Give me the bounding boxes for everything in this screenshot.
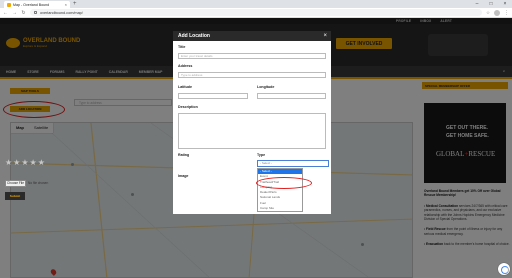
minimize-button[interactable]: – bbox=[470, 0, 484, 8]
add-location-modal: Add Location × Title Enter your travel d… bbox=[173, 31, 331, 214]
profile-avatar[interactable] bbox=[494, 9, 500, 16]
site-favicon-icon bbox=[7, 2, 11, 7]
browser-tab-strip: Map - Overland Bound × + – □ × bbox=[0, 0, 512, 8]
browser-menu-icon[interactable]: ⋮ bbox=[504, 10, 509, 16]
forward-arrow-icon[interactable]: → bbox=[12, 10, 17, 16]
browser-toolbar: ← → ↻ overlandbound.com/map/ ☆ ⋮ bbox=[0, 8, 512, 18]
title-input[interactable]: Enter your travel details bbox=[178, 53, 326, 59]
address-label: Address bbox=[178, 64, 193, 68]
no-file-text: No file chosen bbox=[28, 181, 49, 186]
modal-close-icon[interactable]: × bbox=[323, 32, 327, 40]
new-tab-button[interactable]: + bbox=[73, 1, 77, 7]
highlight-oval-trailhead bbox=[256, 177, 312, 189]
maximize-button[interactable]: □ bbox=[484, 0, 498, 8]
type-select[interactable]: - Select - bbox=[257, 160, 329, 167]
lock-icon bbox=[34, 11, 37, 14]
url-text: overlandbound.com/map/ bbox=[40, 10, 83, 15]
choose-file-button[interactable]: Choose File bbox=[5, 180, 27, 187]
tab-close-icon[interactable]: × bbox=[65, 2, 67, 7]
title-label: Title bbox=[178, 45, 186, 49]
reload-icon[interactable]: ↻ bbox=[21, 10, 26, 16]
description-textarea[interactable] bbox=[178, 113, 326, 149]
file-input[interactable]: Choose File No file chosen bbox=[5, 180, 48, 187]
rating-label: Rating bbox=[178, 153, 190, 157]
address-bar[interactable]: overlandbound.com/map/ bbox=[30, 9, 482, 16]
browser-tab[interactable]: Map - Overland Bound × bbox=[4, 1, 70, 8]
type-option[interactable]: Camp Site bbox=[258, 206, 302, 211]
tab-title: Map - Overland Bound bbox=[13, 2, 50, 7]
type-dropdown-list: - Select - Event Trailhead/Trail Camping… bbox=[257, 168, 303, 212]
window-close-button[interactable]: × bbox=[498, 0, 512, 8]
recaptcha-badge-icon[interactable] bbox=[498, 263, 510, 275]
submit-button[interactable]: Submit bbox=[5, 192, 25, 200]
address-input[interactable]: Type to address bbox=[178, 72, 326, 78]
latitude-label: Latitude bbox=[178, 85, 192, 89]
longitude-input[interactable] bbox=[257, 93, 326, 99]
longitude-label: Longitude bbox=[257, 85, 275, 89]
image-label: Image bbox=[178, 174, 189, 178]
star-2-icon[interactable]: ★ bbox=[13, 159, 20, 167]
latitude-input[interactable] bbox=[178, 93, 248, 99]
rating-stars: ★ ★ ★ ★ ★ bbox=[5, 159, 45, 167]
star-3-icon[interactable]: ★ bbox=[21, 159, 28, 167]
star-5-icon[interactable]: ★ bbox=[38, 159, 45, 167]
modal-title: Add Location bbox=[173, 31, 331, 41]
bookmark-star-icon[interactable]: ☆ bbox=[486, 10, 490, 16]
description-label: Description bbox=[178, 105, 198, 109]
type-label: Type bbox=[257, 153, 266, 157]
star-1-icon[interactable]: ★ bbox=[5, 159, 12, 167]
star-4-icon[interactable]: ★ bbox=[30, 159, 37, 167]
back-arrow-icon[interactable]: ← bbox=[3, 10, 8, 16]
